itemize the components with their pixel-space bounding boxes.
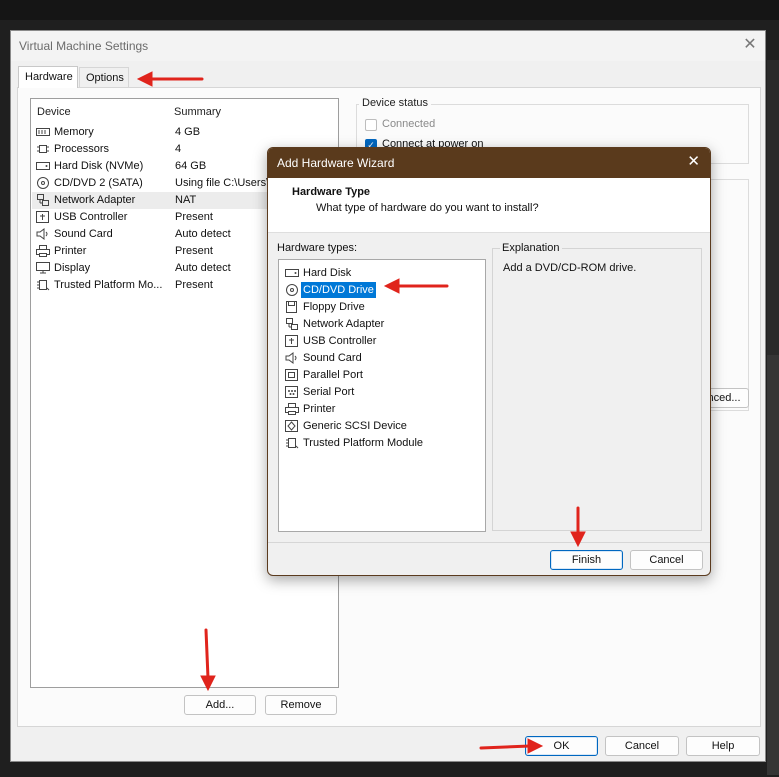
- annotation-arrows: [136, 71, 586, 754]
- arrow-to-finish-button-icon: [570, 506, 586, 548]
- arrow-to-options-tab-icon: [136, 71, 204, 87]
- arrow-to-add-button-icon: [200, 628, 216, 692]
- arrow-to-ok-button-icon: [479, 738, 544, 754]
- arrow-to-cd-dvd-drive-icon: [383, 278, 449, 294]
